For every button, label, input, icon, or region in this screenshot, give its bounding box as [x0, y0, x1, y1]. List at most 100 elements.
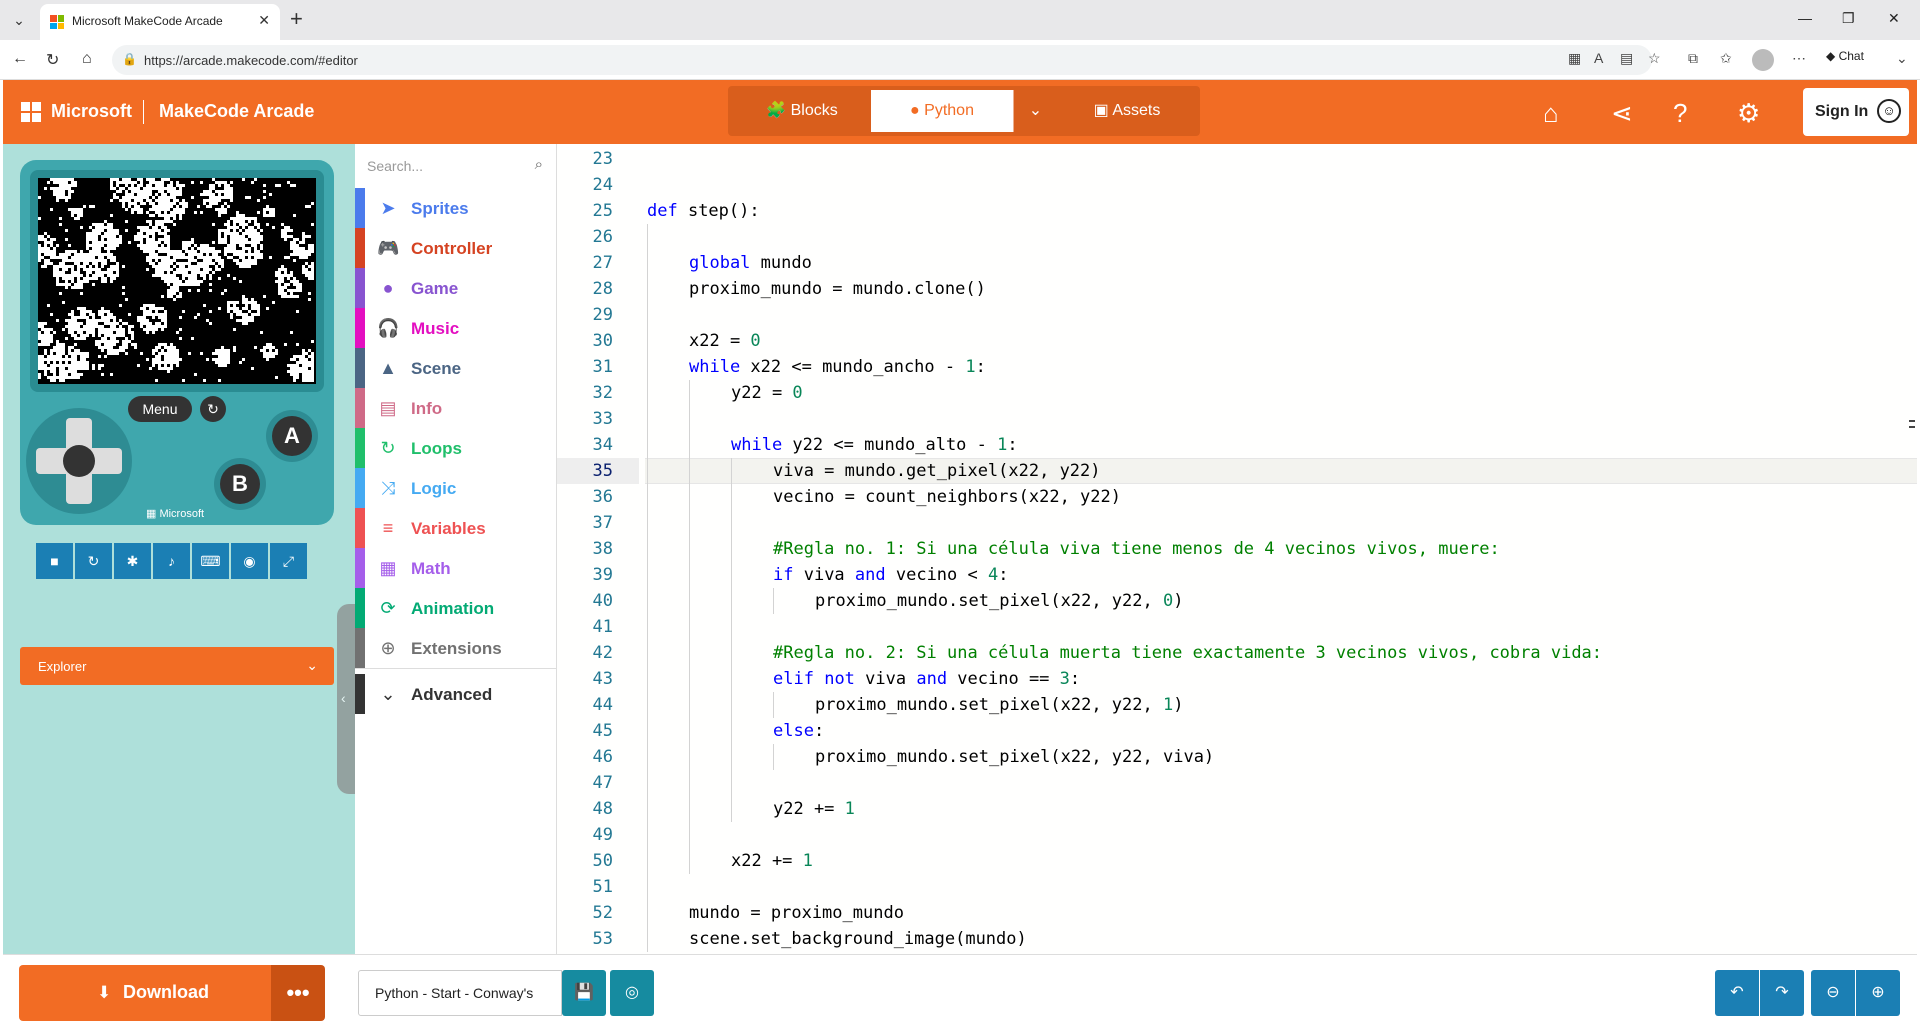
assets-toggle[interactable]: ▣ Assets [1058, 90, 1196, 132]
menu-button[interactable]: Menu [128, 396, 192, 422]
code-line[interactable]: 37 [557, 510, 1917, 536]
site-info-icon[interactable]: 🔒 [122, 52, 137, 66]
category-sprites[interactable]: ➤ Sprites [355, 188, 557, 228]
code-line[interactable]: 41 [557, 614, 1917, 640]
code-line[interactable]: 29 [557, 302, 1917, 328]
restore-icon[interactable]: ❐ [1842, 10, 1855, 27]
code-line[interactable]: 38 #Regla no. 1: Si una célula viva tiene… [557, 536, 1917, 562]
home-icon[interactable]: ⌂ [1543, 98, 1559, 129]
category-scene[interactable]: ▲ Scene [355, 348, 557, 388]
redo-icon[interactable]: ↷ [1760, 970, 1804, 1016]
share-icon[interactable]: ⋖ [1611, 98, 1633, 129]
debug-icon[interactable]: ✱ [114, 543, 151, 579]
code-line[interactable]: 23 [557, 146, 1917, 172]
game-screen[interactable] [38, 178, 316, 384]
code-line[interactable]: 47 [557, 770, 1917, 796]
chat-button[interactable]: ◆ Chat [1826, 49, 1864, 63]
code-line[interactable]: 32 y22 = 0 [557, 380, 1917, 406]
category-info[interactable]: ▤ Info [355, 388, 557, 428]
code-line[interactable]: 24 [557, 172, 1917, 198]
download-more-button[interactable]: ••• [271, 965, 325, 1021]
code-line[interactable]: 27 global mundo [557, 250, 1917, 276]
python-toggle[interactable]: ● Python [871, 90, 1013, 132]
a-button[interactable]: A [266, 410, 318, 462]
download-button[interactable]: ⬇ Download [19, 965, 285, 1021]
code-line[interactable]: 44 proximo_mundo.set_pixel(x22, y22, 1) [557, 692, 1917, 718]
sign-in-button[interactable]: Sign In ☺ [1803, 88, 1909, 136]
browser-tab[interactable]: Microsoft MakeCode Arcade ✕ [40, 4, 280, 40]
code-line[interactable]: 42 #Regla no. 2: Si una célula muerta tie… [557, 640, 1917, 666]
translate-icon[interactable]: A [1594, 50, 1603, 66]
code-line[interactable]: 53 scene.set_background_image(mundo) [557, 926, 1917, 952]
blocks-toggle[interactable]: 🧩 Blocks [732, 90, 872, 132]
sound-icon[interactable]: ♪ [153, 543, 190, 579]
stop-icon[interactable]: ■ [36, 543, 73, 579]
product-label[interactable]: MakeCode Arcade [159, 101, 314, 122]
restart-icon[interactable]: ↻ [200, 396, 226, 422]
category-controller[interactable]: 🎮 Controller [355, 228, 557, 268]
b-button[interactable]: B [214, 458, 266, 510]
code-line[interactable]: 30 x22 = 0 [557, 328, 1917, 354]
category-variables[interactable]: ≡ Variables [355, 508, 557, 548]
category-logic[interactable]: ⤨ Logic [355, 468, 557, 508]
project-name-field[interactable]: Python - Start - Conway's [358, 970, 562, 1016]
url-field[interactable]: 🔒 https://arcade.makecode.com/#editor [112, 45, 1652, 75]
help-icon[interactable]: ? [1673, 98, 1687, 129]
code-line[interactable]: 39 if viva and vecino < 4: [557, 562, 1917, 588]
language-dropdown-icon[interactable]: ⌄ [1013, 90, 1057, 132]
more-icon[interactable]: ⋯ [1792, 50, 1806, 67]
explorer-button[interactable]: Explorer ⌄ [20, 647, 334, 685]
category-animation[interactable]: ⟳ Animation [355, 588, 557, 628]
reload-icon[interactable]: ↻ [46, 50, 59, 70]
restart-icon[interactable]: ↻ [75, 543, 112, 579]
code-line[interactable]: 28 proximo_mundo = mundo.clone() [557, 276, 1917, 302]
tab-actions-menu-icon[interactable]: ⌄ [6, 8, 32, 32]
back-icon[interactable]: ← [12, 50, 28, 68]
github-icon[interactable]: ◎ [610, 970, 654, 1016]
code-line[interactable]: 31 while x22 <= mundo_ancho - 1: [557, 354, 1917, 380]
new-tab-icon[interactable]: + [290, 6, 303, 32]
favorite-star-icon[interactable]: ☆ [1648, 50, 1661, 67]
code-editor[interactable]: 23 24 25 def step(): 26 27 global mundo 28 proxi… [557, 144, 1917, 954]
undo-icon[interactable]: ↶ [1715, 970, 1759, 1016]
code-line[interactable]: 49 [557, 822, 1917, 848]
profile-avatar[interactable] [1752, 49, 1774, 71]
code-line[interactable]: 35 viva = mundo.get_pixel(x22, y22) [557, 458, 1917, 484]
home-icon[interactable]: ⌂ [82, 50, 92, 68]
code-line[interactable]: 51 [557, 874, 1917, 900]
minimize-icon[interactable]: — [1798, 10, 1812, 26]
code-line[interactable]: 26 [557, 224, 1917, 250]
app-available-icon[interactable]: ▦ [1568, 50, 1581, 67]
reader-icon[interactable]: ▤ [1620, 50, 1633, 67]
category-game[interactable]: ● Game [355, 268, 557, 308]
favorites-icon[interactable]: ✩ [1720, 50, 1732, 67]
toolbox-search[interactable]: Search... ⌕ [367, 154, 547, 178]
code-line[interactable]: 25 def step(): [557, 198, 1917, 224]
brand-label[interactable]: Microsoft [51, 101, 132, 122]
save-icon[interactable]: 💾 [562, 970, 606, 1016]
code-line[interactable]: 34 while y22 <= mundo_alto - 1: [557, 432, 1917, 458]
keyboard-icon[interactable]: ⌨ [192, 543, 229, 579]
close-tab-icon[interactable]: ✕ [258, 12, 270, 29]
code-line[interactable]: 50 x22 += 1 [557, 848, 1917, 874]
category-math[interactable]: ▦ Math [355, 548, 557, 588]
code-line[interactable]: 40 proximo_mundo.set_pixel(x22, y22, 0) [557, 588, 1917, 614]
code-line[interactable]: 48 y22 += 1 [557, 796, 1917, 822]
code-line[interactable]: 36 vecino = count_neighbors(x22, y22) [557, 484, 1917, 510]
category-extensions[interactable]: ⊕ Extensions [355, 628, 557, 668]
category-loops[interactable]: ↻ Loops [355, 428, 557, 468]
fullscreen-icon[interactable]: ⤢ [270, 543, 307, 579]
code-line[interactable]: 45 else: [557, 718, 1917, 744]
code-line[interactable]: 33 [557, 406, 1917, 432]
zoom-in-icon[interactable]: ⊕ [1856, 970, 1900, 1016]
close-window-icon[interactable]: ✕ [1888, 10, 1900, 27]
screenshot-icon[interactable]: ◉ [231, 543, 268, 579]
search-icon[interactable]: ⌕ [535, 156, 543, 173]
code-line[interactable]: 46 proximo_mundo.set_pixel(x22, y22, viva… [557, 744, 1917, 770]
zoom-out-icon[interactable]: ⊖ [1811, 970, 1855, 1016]
dpad[interactable] [26, 408, 132, 514]
chevron-down-icon[interactable]: ⌄ [1896, 50, 1908, 67]
gear-icon[interactable]: ⚙ [1737, 98, 1760, 129]
code-line[interactable]: 52 mundo = proximo_mundo [557, 900, 1917, 926]
code-line[interactable]: 43 elif not viva and vecino == 3: [557, 666, 1917, 692]
